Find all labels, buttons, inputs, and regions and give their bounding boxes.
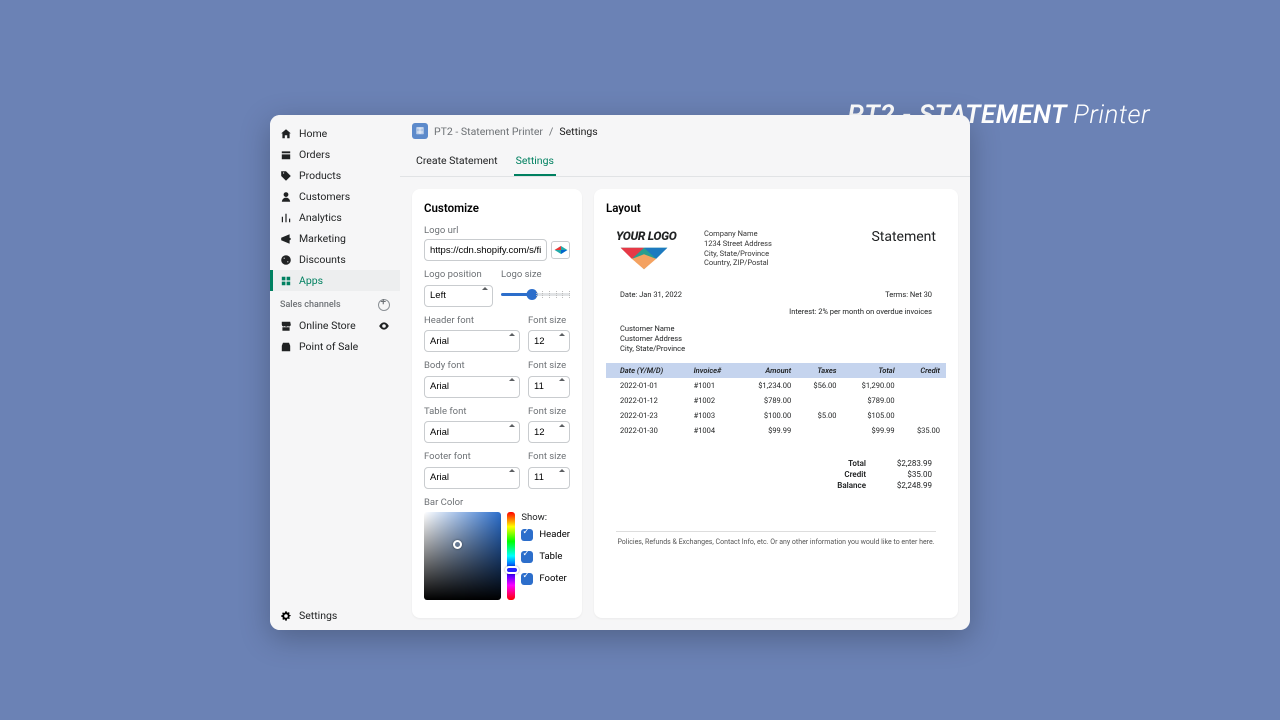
footer-font-size-select[interactable]: 11 xyxy=(528,467,570,489)
table-font-select[interactable]: Arial xyxy=(424,421,520,443)
breadcrumb-current: Settings xyxy=(559,125,597,138)
add-channel-icon[interactable] xyxy=(378,299,390,311)
gear-icon xyxy=(280,610,292,622)
marketing-icon xyxy=(280,233,292,245)
table-row: 2022-01-01#1001$1,234.00$56.00$1,290.00 xyxy=(606,378,946,393)
logo-url-input[interactable] xyxy=(424,239,547,261)
preview-customer: Customer Name Customer Address City, Sta… xyxy=(606,324,946,353)
breadcrumb: ▦ PT2 - Statement Printer / Settings xyxy=(400,115,970,147)
logo-size-label: Logo size xyxy=(501,269,570,280)
show-footer-checkbox[interactable]: Footer xyxy=(521,573,570,585)
bar-color-label: Bar Color xyxy=(424,497,570,508)
layout-panel: Layout YOUR LOGO Company Name 1234 Stree… xyxy=(594,189,958,618)
body-font-select[interactable]: Arial xyxy=(424,376,520,398)
sidebar: Home Orders Products Customers Analytics… xyxy=(270,115,400,630)
preview-footer: Policies, Refunds & Exchanges, Contact I… xyxy=(616,531,936,546)
logo-position-label: Logo position xyxy=(424,269,493,280)
statement-preview: YOUR LOGO Company Name 1234 Street Addre… xyxy=(606,225,946,546)
preview-company: Company Name 1234 Street Address City, S… xyxy=(704,229,772,268)
sidebar-item-products[interactable]: Products xyxy=(270,165,400,186)
table-row: 2022-01-12#1002$789.00$789.00 xyxy=(606,393,946,408)
discount-icon xyxy=(280,254,292,266)
layout-title: Layout xyxy=(606,201,946,215)
show-table-checkbox[interactable]: Table xyxy=(521,551,570,563)
show-label: Show: xyxy=(521,512,570,523)
sales-channels-header: Sales channels xyxy=(270,291,400,315)
preview-table: Date (Y/M/D)Invoice#AmountTaxesTotalCred… xyxy=(606,363,946,438)
tabs: Create Statement Settings xyxy=(400,147,970,177)
header-font-size-select[interactable]: 12 xyxy=(528,330,570,352)
table-row: 2022-01-23#1003$100.00$5.00$105.00 xyxy=(606,408,946,423)
analytics-icon xyxy=(280,212,292,224)
customize-panel: Customize Logo url Logo position Left Lo… xyxy=(412,189,582,618)
header-font-select[interactable]: Arial xyxy=(424,330,520,352)
tab-create-statement[interactable]: Create Statement xyxy=(414,147,500,176)
pos-icon xyxy=(280,341,292,353)
logo-url-label: Logo url xyxy=(424,225,570,236)
sidebar-settings[interactable]: Settings xyxy=(270,601,400,630)
store-icon xyxy=(280,320,292,332)
color-saturation-value[interactable] xyxy=(424,512,501,600)
sidebar-item-orders[interactable]: Orders xyxy=(270,144,400,165)
show-header-checkbox[interactable]: Header xyxy=(521,529,570,541)
sidebar-item-home[interactable]: Home xyxy=(270,123,400,144)
logo-preview-thumb xyxy=(551,241,570,259)
home-icon xyxy=(280,128,292,140)
footer-font-select[interactable]: Arial xyxy=(424,467,520,489)
tab-settings[interactable]: Settings xyxy=(514,147,556,176)
preview-logo: YOUR LOGO xyxy=(616,229,694,276)
sidebar-item-analytics[interactable]: Analytics xyxy=(270,207,400,228)
preview-totals: Total$2,283.99 Credit$35.00 Balance$2,24… xyxy=(606,458,946,491)
sidebar-item-online-store[interactable]: Online Store xyxy=(270,315,400,336)
body-font-size-select[interactable]: 11 xyxy=(528,376,570,398)
logo-size-slider[interactable] xyxy=(501,293,570,296)
sidebar-item-customers[interactable]: Customers xyxy=(270,186,400,207)
table-font-size-select[interactable]: 12 xyxy=(528,421,570,443)
sidebar-item-pos[interactable]: Point of Sale xyxy=(270,336,400,357)
logo-position-select[interactable]: Left xyxy=(424,285,493,307)
tag-icon xyxy=(280,170,292,182)
eye-icon[interactable] xyxy=(378,320,390,332)
user-icon xyxy=(280,191,292,203)
breadcrumb-app[interactable]: PT2 - Statement Printer xyxy=(434,125,543,138)
table-row: 2022-01-30#1004$99.99$99.99$35.00 xyxy=(606,423,946,438)
sidebar-item-discounts[interactable]: Discounts xyxy=(270,249,400,270)
orders-icon xyxy=(280,149,292,161)
customize-title: Customize xyxy=(424,201,570,215)
app-logo-icon: ▦ xyxy=(412,123,428,139)
sidebar-item-apps[interactable]: Apps xyxy=(270,270,400,291)
preview-statement-label: Statement xyxy=(871,229,936,276)
sidebar-item-marketing[interactable]: Marketing xyxy=(270,228,400,249)
apps-icon xyxy=(280,275,292,287)
color-hue-slider[interactable] xyxy=(507,512,516,600)
